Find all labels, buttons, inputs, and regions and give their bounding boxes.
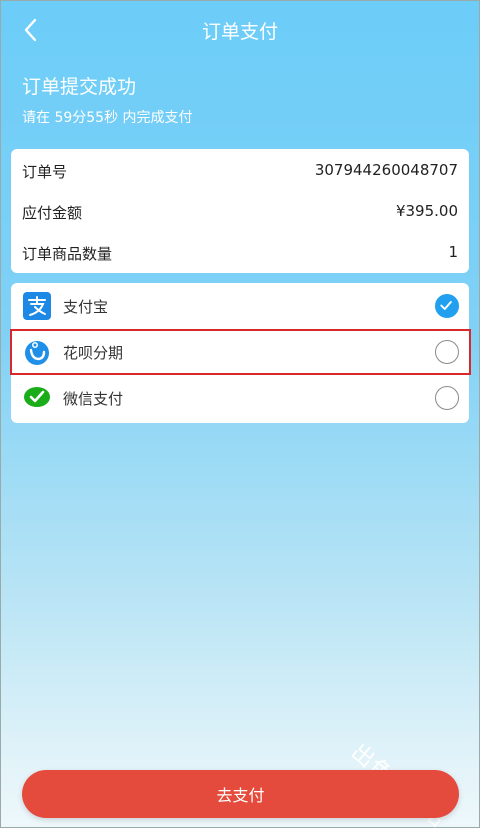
order-number-row: 订单号 307944260048707 bbox=[22, 161, 458, 182]
alipay-icon bbox=[23, 292, 51, 320]
check-icon bbox=[440, 301, 452, 310]
payment-method-huabei[interactable]: 花呗分期 bbox=[11, 329, 469, 375]
order-success-text: 订单提交成功 bbox=[22, 76, 137, 98]
payment-method-wechat[interactable]: 微信支付 bbox=[11, 375, 469, 421]
item-count-label: 订单商品数量 bbox=[22, 245, 113, 263]
page-title: 订单支付 bbox=[201, 21, 278, 43]
wechat-pay-icon bbox=[24, 387, 50, 407]
payment-method-label: 微信支付 bbox=[63, 389, 124, 408]
item-count-row: 订单商品数量 1 bbox=[22, 243, 458, 264]
amount-due-value: ¥395.00 bbox=[395, 202, 458, 220]
order-number-value: 307944260048707 bbox=[314, 161, 458, 179]
pay-button[interactable]: 去支付 bbox=[22, 770, 459, 818]
amount-due-label: 应付金额 bbox=[22, 204, 83, 222]
radio-checked[interactable] bbox=[435, 294, 459, 318]
item-count-value: 1 bbox=[448, 243, 458, 261]
header: 订单支付 bbox=[0, 0, 480, 60]
payment-method-alipay[interactable]: 支付宝 bbox=[11, 283, 469, 329]
payment-methods-card: 支付宝 花呗分期 微信支付 bbox=[11, 283, 469, 423]
payment-method-label: 花呗分期 bbox=[63, 343, 124, 362]
radio-unchecked[interactable] bbox=[435, 386, 459, 410]
order-info-card: 订单号 307944260048707 应付金额 ¥395.00 订单商品数量 … bbox=[11, 149, 469, 273]
order-number-label: 订单号 bbox=[22, 163, 68, 181]
radio-unchecked[interactable] bbox=[435, 340, 459, 364]
amount-due-row: 应付金额 ¥395.00 bbox=[22, 202, 458, 223]
huabei-icon bbox=[25, 341, 49, 365]
payment-method-label: 支付宝 bbox=[63, 297, 109, 316]
payment-countdown-text: 请在 59分55秒 内完成支付 bbox=[22, 110, 193, 126]
